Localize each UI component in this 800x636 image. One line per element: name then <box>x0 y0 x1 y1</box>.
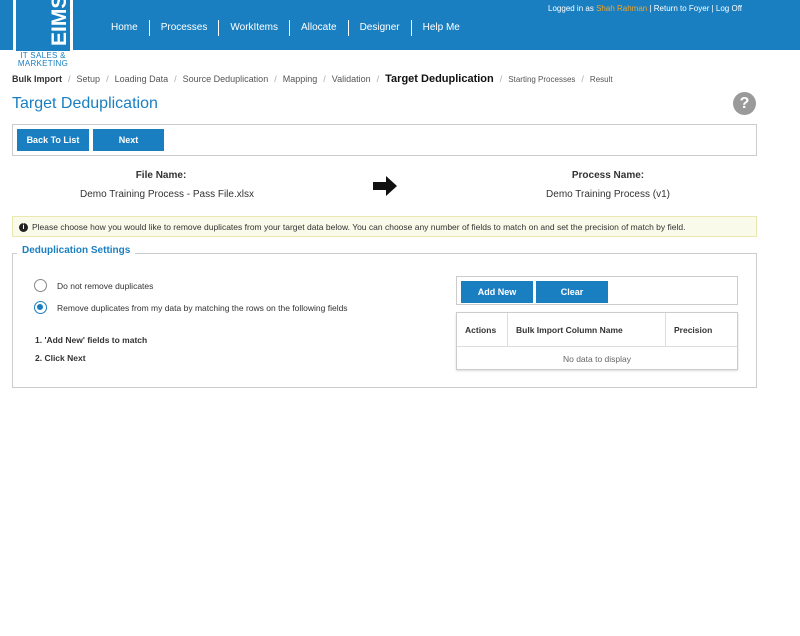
nav-workitems[interactable]: WorkItems <box>219 20 290 36</box>
instruction-step-2: 2. Click Next <box>35 353 86 363</box>
logo-text: EIMS <box>48 0 71 46</box>
page-title: Target Deduplication <box>12 95 158 112</box>
grid-header: Actions Bulk Import Column Name Precisio… <box>457 313 737 347</box>
eims-logo[interactable]: EIMS IT SALES & MARKETING <box>13 0 73 68</box>
breadcrumb-separator: / <box>68 74 71 84</box>
info-icon: i <box>19 223 28 233</box>
breadcrumb: Bulk Import / Setup / Loading Data / Sou… <box>12 73 613 85</box>
help-icon[interactable]: ? <box>733 92 756 115</box>
process-name-label: Process Name: <box>571 170 645 181</box>
user-name[interactable]: Shah Rahman <box>596 4 647 13</box>
radio-do-not-remove[interactable] <box>34 279 47 292</box>
clear-button[interactable]: Clear <box>536 281 608 303</box>
breadcrumb-result: Result <box>589 75 613 84</box>
arrow-right-icon <box>373 176 397 196</box>
action-toolbar: Back To List Next <box>12 124 757 156</box>
breadcrumb-loading-data: Loading Data <box>114 74 169 84</box>
match-fields-toolbar: Add New Clear <box>456 276 738 305</box>
link-separator-1: | <box>649 4 652 13</box>
process-name-value: Demo Training Process (v1) <box>546 189 670 200</box>
add-new-button[interactable]: Add New <box>461 281 533 303</box>
info-notice: i Please choose how you would like to rem… <box>12 216 757 237</box>
link-separator-2: | <box>711 4 714 13</box>
breadcrumb-validation: Validation <box>331 74 371 84</box>
nav-allocate[interactable]: Allocate <box>290 20 349 36</box>
breadcrumb-mapping: Mapping <box>282 74 318 84</box>
breadcrumb-source-deduplication: Source Deduplication <box>182 74 269 84</box>
grid-empty-message: No data to display <box>562 354 632 364</box>
breadcrumb-separator: / <box>499 74 503 84</box>
breadcrumb-separator: / <box>274 74 277 84</box>
breadcrumb-starting-processes: Starting Processes <box>508 75 576 84</box>
deduplication-settings-legend: Deduplication Settings <box>17 245 136 256</box>
radio-remove-duplicates[interactable] <box>34 301 47 314</box>
radio-remove-duplicates-label[interactable]: Remove duplicates from my data by matchi… <box>57 303 348 313</box>
column-header-precision[interactable]: Precision <box>666 313 737 347</box>
nav-designer[interactable]: Designer <box>349 20 412 36</box>
next-button[interactable]: Next <box>93 129 164 151</box>
logo-mark: EIMS <box>16 0 71 51</box>
log-off-link[interactable]: Log Off <box>716 4 742 13</box>
file-name-value: Demo Training Process - Pass File.xlsx <box>80 189 254 200</box>
column-header-actions[interactable]: Actions <box>457 313 508 347</box>
breadcrumb-separator: / <box>581 74 584 84</box>
login-info: Logged in as Shah Rahman | Return to Foy… <box>548 4 742 13</box>
breadcrumb-current: Target Deduplication <box>385 73 494 85</box>
breadcrumb-separator: / <box>376 74 380 84</box>
logo-subtitle-line-2: MARKETING <box>17 59 69 68</box>
column-header-bulk-import-column-name[interactable]: Bulk Import Column Name <box>508 313 666 347</box>
nav-help-me[interactable]: Help Me <box>412 20 471 36</box>
logged-in-label: Logged in as <box>548 4 594 13</box>
instruction-step-1: 1. 'Add New' fields to match <box>35 335 148 345</box>
radio-do-not-remove-label[interactable]: Do not remove duplicates <box>57 281 153 291</box>
back-to-list-button[interactable]: Back To List <box>17 129 89 151</box>
nav-home[interactable]: Home <box>100 20 150 36</box>
match-fields-grid: Actions Bulk Import Column Name Precisio… <box>456 312 738 370</box>
info-notice-text: Please choose how you would like to remo… <box>32 222 686 232</box>
breadcrumb-setup: Setup <box>76 74 101 84</box>
breadcrumb-root: Bulk Import <box>12 74 63 84</box>
breadcrumb-separator: / <box>323 74 326 84</box>
breadcrumb-separator: / <box>106 74 109 84</box>
nav-processes[interactable]: Processes <box>150 20 220 36</box>
breadcrumb-separator: / <box>174 74 177 84</box>
return-to-foyer-link[interactable]: Return to Foyer <box>654 4 710 13</box>
main-nav: Home Processes WorkItems Allocate Design… <box>100 20 471 36</box>
file-name-label: File Name: <box>135 170 187 181</box>
